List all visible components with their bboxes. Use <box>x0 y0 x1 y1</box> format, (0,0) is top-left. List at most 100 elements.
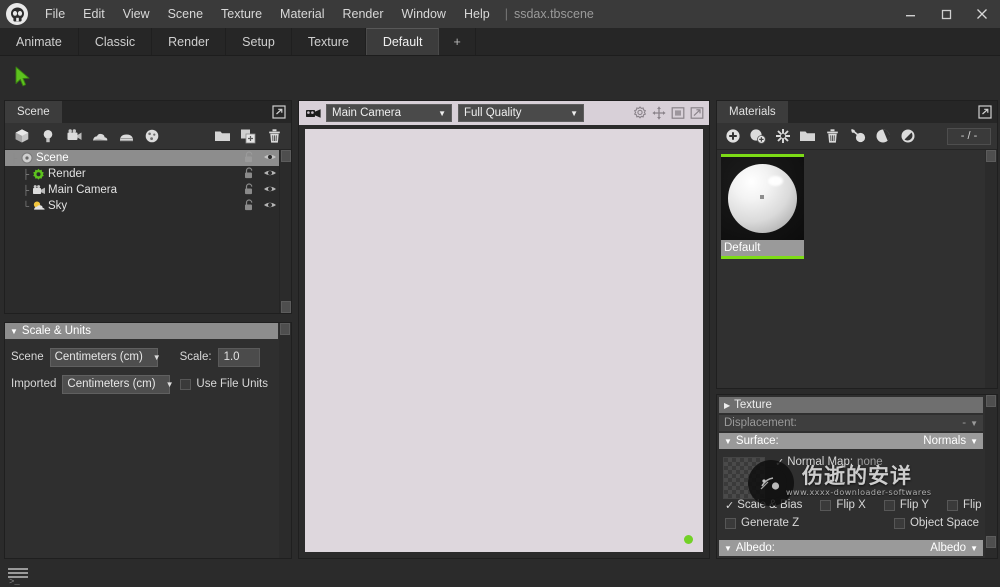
normal-map-swatch[interactable] <box>723 457 765 499</box>
scene-units-dropdown[interactable]: Centimeters (cm) ▼ <box>49 347 161 367</box>
chevron-down-icon[interactable]: ▼ <box>970 419 978 428</box>
expand-arrow-icon[interactable]: ▶ <box>724 401 730 410</box>
scale-units-header[interactable]: ▼ Scale & Units <box>5 323 278 339</box>
pick-material-icon[interactable] <box>870 124 895 148</box>
unlocked-icon[interactable] <box>244 198 255 214</box>
add-turntable-icon[interactable] <box>139 124 165 148</box>
folder-icon[interactable] <box>209 124 235 148</box>
close-icon[interactable] <box>964 0 1000 28</box>
menu-item-render[interactable]: Render <box>334 0 393 28</box>
settings-gear-icon[interactable] <box>632 105 648 121</box>
add-sky-icon[interactable] <box>87 124 113 148</box>
scrollbar-up-thumb[interactable] <box>280 323 290 335</box>
eye-icon[interactable] <box>263 184 277 197</box>
eye-icon[interactable] <box>263 168 277 181</box>
scrollbar-down-thumb[interactable] <box>281 301 291 313</box>
collapse-arrow-icon[interactable]: ▼ <box>10 327 18 336</box>
generate-z-checkbox[interactable] <box>725 517 736 529</box>
eye-icon[interactable] <box>263 200 277 213</box>
menu-item-file[interactable]: File <box>36 0 74 28</box>
scrollbar-up-thumb[interactable] <box>986 150 996 162</box>
object-space-checkbox[interactable] <box>893 517 905 529</box>
properties-scrollbar[interactable] <box>985 395 997 558</box>
duplicate-material-icon[interactable] <box>745 124 770 148</box>
viewport-canvas[interactable] <box>305 129 703 552</box>
add-light-icon[interactable] <box>35 124 61 148</box>
trash-icon[interactable] <box>820 124 845 148</box>
albedo-mode-group[interactable]: Albedo ▼ <box>930 542 978 554</box>
refresh-material-icon[interactable] <box>895 124 920 148</box>
flip-x-checkbox-item[interactable]: Flip X <box>820 499 866 511</box>
add-fog-icon[interactable] <box>113 124 139 148</box>
viewport-camera-dropdown[interactable]: Main Camera ▼ <box>326 104 452 122</box>
duplicate-icon[interactable] <box>235 124 261 148</box>
scrollbar-up-thumb[interactable] <box>281 150 291 162</box>
folder-icon[interactable] <box>795 124 820 148</box>
materials-panel-tab[interactable]: Materials <box>717 101 788 123</box>
popout-icon[interactable] <box>272 105 286 119</box>
trash-icon[interactable] <box>261 124 287 148</box>
generate-z-checkbox-item[interactable]: Generate Z <box>725 517 799 529</box>
menu-item-edit[interactable]: Edit <box>74 0 114 28</box>
add-camera-icon[interactable] <box>61 124 87 148</box>
maximize-icon[interactable] <box>928 0 964 28</box>
viewport-quality-dropdown[interactable]: Full Quality ▼ <box>458 104 584 122</box>
use-file-units-checkbox[interactable] <box>180 378 192 390</box>
menu-item-window[interactable]: Window <box>393 0 455 28</box>
materials-scrollbar[interactable] <box>985 150 997 388</box>
scene-tree-row-render[interactable]: ├ Render <box>5 166 291 182</box>
collapse-arrow-icon[interactable]: ▼ <box>724 437 732 446</box>
move-gizmo-icon[interactable] <box>651 105 667 121</box>
assign-material-icon[interactable] <box>845 124 870 148</box>
scale-bias-checkbox-item[interactable]: ✓ Scale & Bias <box>725 499 802 512</box>
texture-section-header[interactable]: ▶ Texture <box>719 397 983 413</box>
flip-x-checkbox[interactable] <box>820 499 832 511</box>
minimize-icon[interactable] <box>892 0 928 28</box>
tab-animate[interactable]: Animate <box>0 28 79 55</box>
tab-default[interactable]: Default <box>365 28 440 55</box>
tab-classic[interactable]: Classic <box>79 28 153 55</box>
fullscreen-icon[interactable] <box>689 105 705 121</box>
scale-panel-scrollbar[interactable] <box>279 323 291 558</box>
popout-icon[interactable] <box>978 105 992 119</box>
add-material-icon[interactable] <box>720 124 745 148</box>
scene-tree-row-scene[interactable]: ├ Scene <box>5 150 291 166</box>
scrollbar-up-thumb[interactable] <box>986 395 996 407</box>
flip-y-checkbox[interactable] <box>883 499 895 511</box>
scrollbar-down-thumb[interactable] <box>986 536 996 548</box>
tab-texture[interactable]: Texture <box>292 28 366 55</box>
scene-tree-row-main-camera[interactable]: ├ Main Camera <box>5 182 291 198</box>
material-item-default[interactable]: Default <box>721 154 804 259</box>
unlocked-icon[interactable] <box>244 182 255 198</box>
scale-input[interactable]: 1.0 <box>217 347 260 367</box>
displacement-row[interactable]: Displacement: - ▼ <box>719 415 983 431</box>
eye-icon[interactable] <box>263 152 277 165</box>
unlocked-icon[interactable] <box>244 166 255 182</box>
collapse-arrow-icon[interactable]: ▼ <box>724 544 732 553</box>
tab-add-button[interactable]: + <box>439 28 476 55</box>
tab-setup[interactable]: Setup <box>226 28 292 55</box>
add-mesh-icon[interactable] <box>9 124 35 148</box>
flip-y-checkbox-item[interactable]: Flip Y <box>883 499 929 511</box>
unlocked-icon[interactable] <box>244 150 255 166</box>
menu-item-help[interactable]: Help <box>455 0 499 28</box>
cursor-arrow-icon[interactable] <box>6 60 40 94</box>
tree-expander-icon[interactable]: ├ <box>9 153 19 163</box>
surface-section-header[interactable]: ▼ Surface: Normals ▼ <box>719 433 983 449</box>
menu-item-texture[interactable]: Texture <box>212 0 271 28</box>
scene-panel-tab[interactable]: Scene <box>5 101 62 123</box>
normal-map-check-icon[interactable]: ✓ <box>775 456 784 469</box>
console-prompt[interactable]: >_ <box>9 577 20 587</box>
menu-item-scene[interactable]: Scene <box>159 0 212 28</box>
tab-render[interactable]: Render <box>152 28 227 55</box>
menu-item-material[interactable]: Material <box>271 0 333 28</box>
scene-tree-scrollbar[interactable] <box>279 150 291 313</box>
imported-units-dropdown[interactable]: Centimeters (cm) ▼ <box>62 374 174 394</box>
materials-count-field[interactable]: - / - <box>947 127 991 145</box>
clear-material-icon[interactable] <box>770 124 795 148</box>
frame-icon[interactable] <box>670 105 686 121</box>
albedo-section-header[interactable]: ▼ Albedo: Albedo ▼ <box>719 540 983 556</box>
object-space-checkbox-item[interactable]: Object Space <box>893 517 979 529</box>
menu-item-view[interactable]: View <box>114 0 159 28</box>
scene-tree-row-sky[interactable]: └ Sky <box>5 198 291 214</box>
